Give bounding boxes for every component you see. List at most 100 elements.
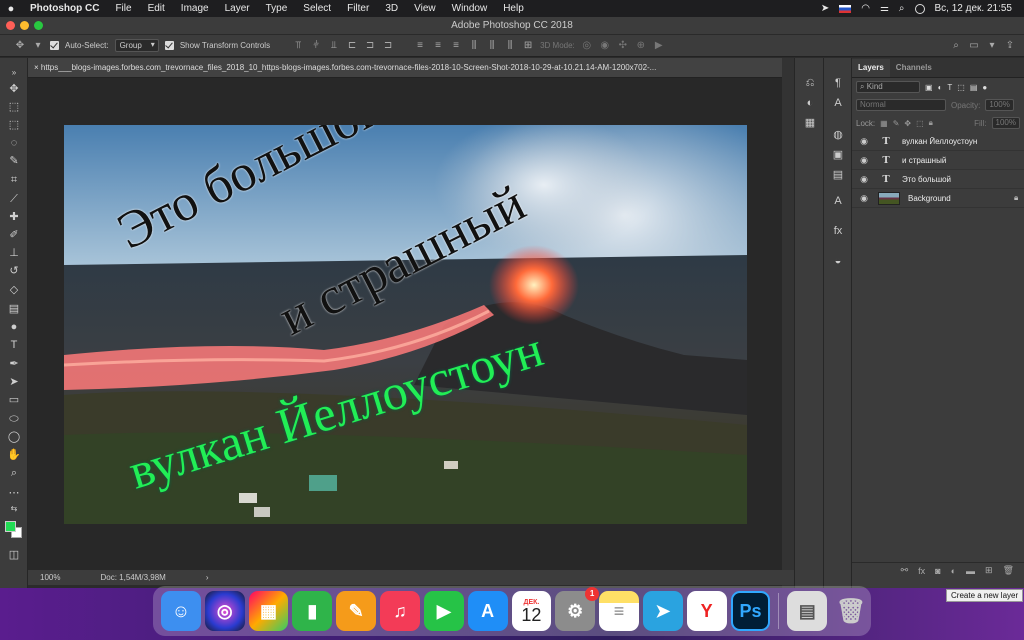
eyedropper-tool-icon[interactable]: ⟋ <box>7 192 21 206</box>
align-right-icon[interactable]: ⊐ <box>382 40 394 52</box>
move-tool-icon[interactable]: ✥ <box>14 40 26 52</box>
grid-panel-icon[interactable]: ▦ <box>803 116 817 130</box>
swatches-panel-icon[interactable]: ▣ <box>831 148 845 162</box>
zoom-window-button[interactable] <box>34 21 43 30</box>
filter-type-icon[interactable]: T <box>947 83 952 92</box>
menu-file[interactable]: File <box>107 0 139 17</box>
menu-image[interactable]: Image <box>173 0 217 17</box>
align-bottom-icon[interactable]: ⫫ <box>328 40 340 52</box>
lock-transparent-icon[interactable]: ▦ <box>880 119 888 128</box>
more-tools-icon[interactable]: ⋯ <box>7 486 21 500</box>
align-vcenter-icon[interactable]: ⫩ <box>310 40 322 52</box>
distribute-left-icon[interactable]: ⫼ <box>468 40 480 52</box>
auto-align-icon[interactable]: ⊞ <box>522 40 534 52</box>
rectangle-tool-icon[interactable]: ▭ <box>7 393 21 407</box>
filter-kind-dropdown[interactable]: ⌕ Kind <box>856 81 920 93</box>
filter-smartobject-icon[interactable]: ▤ <box>970 83 978 92</box>
transform-controls-checkbox[interactable] <box>164 41 174 50</box>
ellipse-tool-icon[interactable]: ⬭ <box>7 412 21 426</box>
quick-select-tool-icon[interactable]: ✎ <box>7 154 21 168</box>
chevron-right-icon[interactable]: › <box>206 573 209 582</box>
menu-select[interactable]: Select <box>295 0 339 17</box>
color-panel-icon[interactable]: ◍ <box>831 128 845 142</box>
wifi-icon[interactable]: ◠ <box>861 0 870 17</box>
paragraph-panel-icon[interactable]: ¶ <box>831 76 845 90</box>
lock-pixels-icon[interactable]: ✎ <box>893 119 900 128</box>
search-icon[interactable]: ⌕ <box>950 40 962 52</box>
layer-name[interactable]: вулкан Йеллоустоун <box>902 137 1024 146</box>
blend-mode-dropdown[interactable]: Normal <box>856 99 946 111</box>
chevron-down-icon[interactable]: ▾ <box>986 40 998 52</box>
layer-row[interactable]: ◉ T и страшный <box>852 151 1024 170</box>
menu-view[interactable]: View <box>406 0 444 17</box>
opacity-field[interactable]: 100% <box>985 99 1014 111</box>
link-layers-icon[interactable]: ⚯ <box>901 565 909 576</box>
siri-icon[interactable] <box>914 3 925 14</box>
new-layer-icon[interactable]: ⊞ <box>985 565 993 576</box>
calendar-icon[interactable]: ДЕК. 12 <box>511 591 552 631</box>
quick-mask-icon[interactable]: ◫ <box>7 548 21 562</box>
music-icon[interactable]: ♫ <box>380 591 420 631</box>
filter-toggle-icon[interactable]: ● <box>982 83 987 92</box>
filter-pixel-icon[interactable]: ▣ <box>925 83 933 92</box>
3d-scale-icon[interactable]: ▶ <box>653 40 665 52</box>
document-tab[interactable]: × https___blogs-images.forbes.com_trevor… <box>28 58 794 78</box>
align-top-icon[interactable]: ⫪ <box>292 40 304 52</box>
tab-layers[interactable]: Layers <box>852 59 890 77</box>
control-center-icon[interactable]: ⚌ <box>880 0 889 17</box>
zoom-level[interactable]: 100% <box>40 573 60 582</box>
adjustments-panel-icon[interactable]: ◐ <box>803 96 817 110</box>
layer-name[interactable]: Это большой <box>902 175 1024 184</box>
close-window-button[interactable] <box>6 21 15 30</box>
character-panel-icon[interactable]: A <box>831 96 845 110</box>
spotlight-icon[interactable]: ⌕ <box>899 0 905 17</box>
facetime-icon[interactable]: ▶ <box>423 591 464 631</box>
styles-panel-icon[interactable]: fx <box>831 224 845 238</box>
tab-channels[interactable]: Channels <box>890 59 938 77</box>
3d-roll-icon[interactable]: ◉ <box>599 40 611 52</box>
pen-tool-icon[interactable]: ✒ <box>7 357 21 371</box>
blur-tool-icon[interactable]: ● <box>7 320 21 334</box>
layer-name[interactable]: Background <box>908 194 1006 203</box>
vertical-scrollbar[interactable] <box>782 58 794 588</box>
move-tool-icon[interactable]: ✥ <box>7 82 21 96</box>
location-icon[interactable]: ➤ <box>821 0 829 17</box>
eye-icon[interactable]: ◉ <box>858 155 870 166</box>
layer-style-fx-icon[interactable]: fx <box>918 566 925 576</box>
menu-help[interactable]: Help <box>495 0 532 17</box>
menu-3d[interactable]: 3D <box>377 0 406 17</box>
properties-panel-icon[interactable]: ◒ <box>831 254 845 268</box>
lock-all-icon[interactable]: 🔒︎ <box>929 118 933 128</box>
zoom-tool-icon[interactable]: ⌕ <box>7 466 21 480</box>
pages-icon[interactable]: ✎ <box>336 591 377 631</box>
new-adjustment-layer-icon[interactable]: ◐ <box>951 566 956 576</box>
system-preferences-icon[interactable]: ⚙ 1 <box>555 587 600 631</box>
close-tab-icon[interactable]: × <box>34 63 41 72</box>
eraser-tool-icon[interactable]: ◇ <box>7 283 21 297</box>
share-icon[interactable]: ⇪ <box>1004 40 1016 52</box>
menu-type[interactable]: Type <box>258 0 296 17</box>
distribute-hcenter-icon[interactable]: ⫼ <box>486 40 498 52</box>
lock-artboard-icon[interactable]: ⬚ <box>916 119 924 128</box>
downloads-stack-icon[interactable]: ▤ <box>787 591 828 631</box>
glyphs-panel-icon[interactable]: A <box>831 194 845 208</box>
add-mask-icon[interactable]: ◙ <box>935 566 940 576</box>
filter-adjustment-icon[interactable]: ◐ <box>938 83 943 92</box>
telegram-icon[interactable]: ➤ <box>642 591 683 631</box>
history-brush-tool-icon[interactable]: ↺ <box>7 264 21 278</box>
align-hcenter-icon[interactable]: ⊐ <box>364 40 376 52</box>
trash-icon[interactable]: 🗑︎ <box>831 591 871 631</box>
document-size[interactable]: Doc: 1,54M/3,98M <box>100 573 165 582</box>
distribute-vcenter-icon[interactable]: ≡ <box>432 40 444 52</box>
photoshop-icon[interactable]: Ps <box>730 591 771 631</box>
eye-icon[interactable]: ◉ <box>858 136 870 147</box>
eye-icon[interactable]: ◉ <box>858 193 870 204</box>
new-group-folder-icon[interactable]: ▬ <box>966 566 975 576</box>
siri-icon[interactable]: ◎ <box>204 591 245 631</box>
menu-app-name[interactable]: Photoshop CC <box>22 0 107 17</box>
menu-edit[interactable]: Edit <box>140 0 173 17</box>
lasso-tool-icon[interactable]: ◌ <box>7 136 21 150</box>
launchpad-icon[interactable]: ▦ <box>248 591 289 631</box>
artboard-tool-icon[interactable]: ⬚ <box>7 100 21 114</box>
keyboard-layout-flag-icon[interactable] <box>839 4 852 13</box>
